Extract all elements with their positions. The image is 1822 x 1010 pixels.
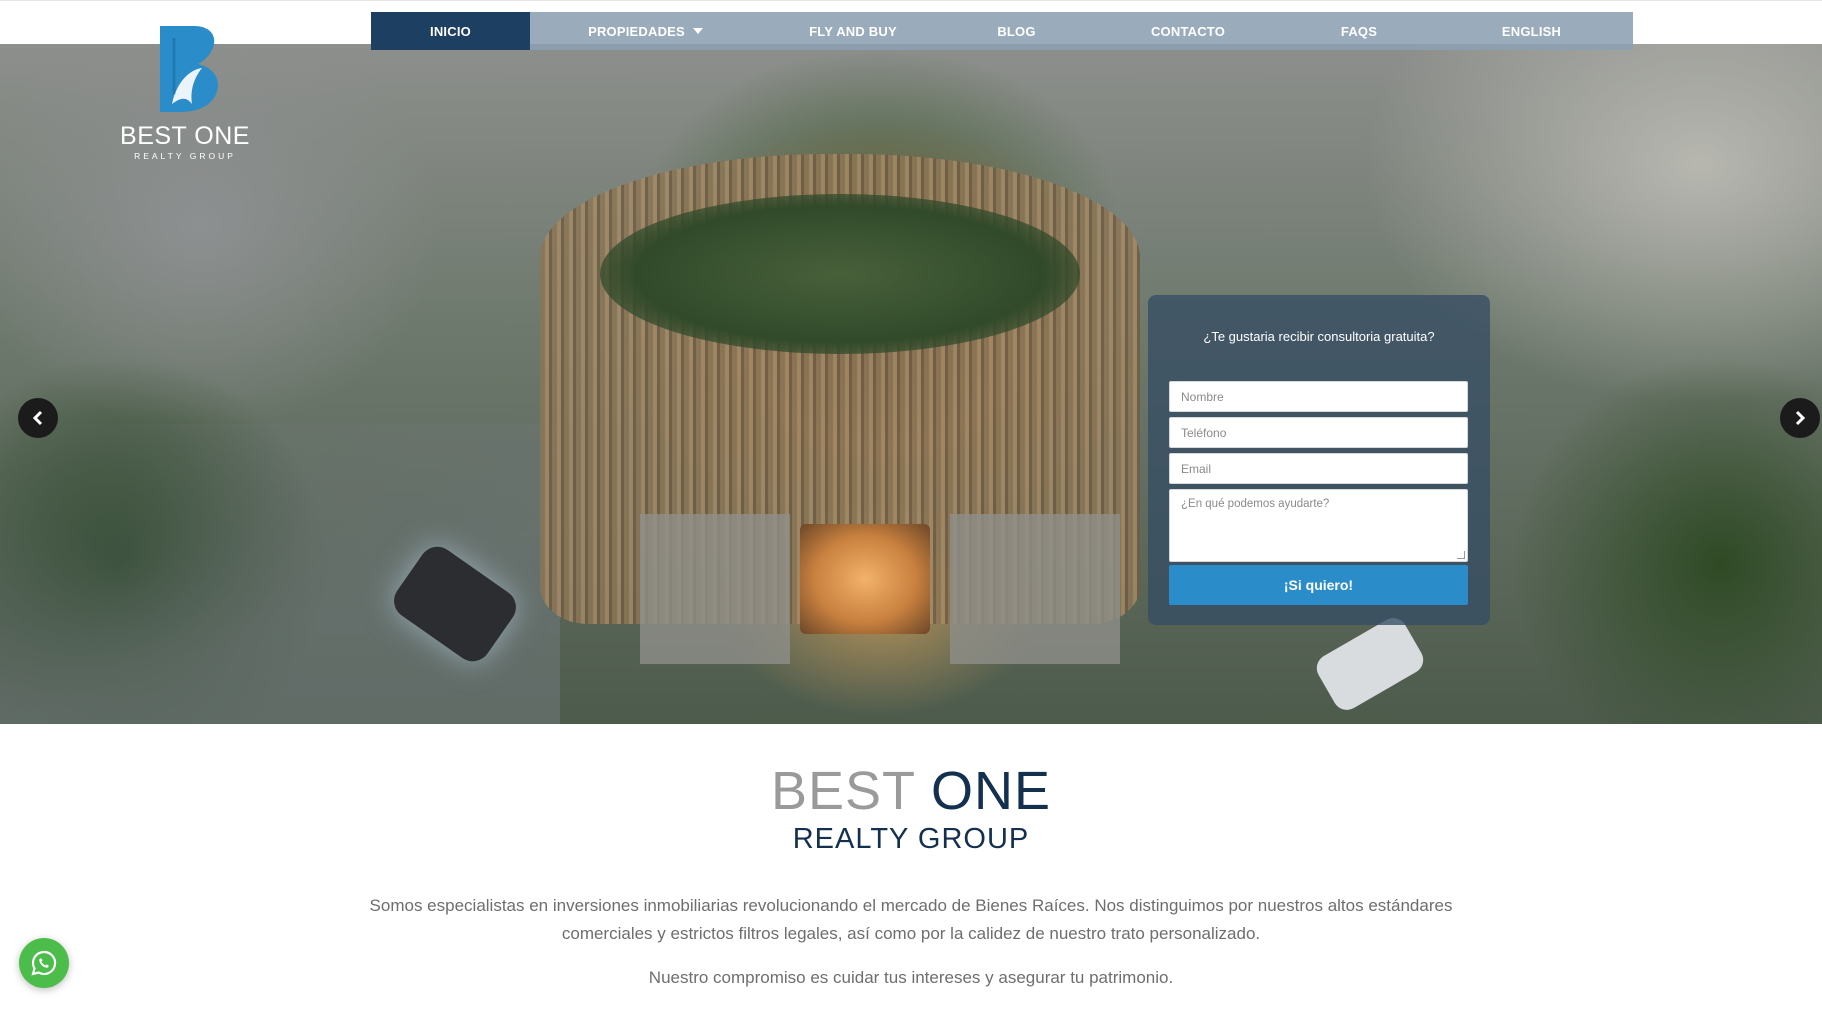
hero-wall	[950, 514, 1120, 664]
hero-car	[1311, 613, 1429, 715]
logo-name: BEST ONE	[120, 122, 250, 150]
consultation-form: ¿Te gustaria recibir consultoria gratuit…	[1148, 295, 1490, 625]
intro-brand-title: BEST ONE	[0, 760, 1822, 822]
message-placeholder: ¿En qué podemos ayudarte?	[1181, 498, 1330, 510]
brand-one: ONE	[931, 761, 1052, 821]
hero-roof-garden	[600, 194, 1080, 354]
hero-slider	[0, 44, 1822, 724]
email-field[interactable]: Email	[1169, 453, 1468, 484]
brand-best: BEST	[770, 761, 915, 821]
resize-handle-icon[interactable]	[1457, 551, 1465, 559]
logo-subtitle: REALTY GROUP	[134, 151, 236, 161]
nav-item-blog[interactable]: BLOG	[945, 12, 1088, 50]
name-placeholder: Nombre	[1181, 389, 1224, 404]
nav-item-inicio[interactable]: INICIO	[371, 12, 530, 50]
nav-item-label: PROPIEDADES	[588, 23, 685, 39]
message-textarea[interactable]: ¿En qué podemos ayudarte?	[1169, 489, 1468, 562]
brand-logo[interactable]: BEST ONE REALTY GROUP	[110, 24, 260, 164]
whatsapp-button[interactable]	[19, 938, 69, 988]
whatsapp-icon	[31, 950, 57, 976]
nav-item-contacto[interactable]: CONTACTO	[1088, 12, 1288, 50]
intro-brand-subtitle: REALTY GROUP	[792, 823, 1030, 855]
carousel-prev-button[interactable]	[18, 398, 58, 438]
intro-commitment: Nuestro compromiso es cuidar tus interes…	[648, 968, 1174, 987]
caret-down-icon	[692, 28, 703, 34]
nav-item-faqs[interactable]: FAQS	[1288, 12, 1430, 50]
nav-item-propiedades[interactable]: PROPIEDADES	[530, 12, 761, 50]
phone-field[interactable]: Teléfono	[1169, 417, 1468, 448]
hero-entrance	[800, 524, 930, 634]
intro-paragraph: Somos especialistas en inversiones inmob…	[369, 896, 1453, 943]
nav-item-fly-and-buy[interactable]: FLY AND BUY	[761, 12, 945, 50]
form-question: ¿Te gustaria recibir consultoria gratuit…	[1203, 329, 1435, 344]
phone-placeholder: Teléfono	[1181, 425, 1227, 440]
hero-wall	[640, 514, 790, 664]
carousel-next-button[interactable]	[1780, 398, 1820, 438]
main-navigation: INICIO PROPIEDADES FLY AND BUY BLOG CONT…	[371, 12, 1633, 50]
name-field[interactable]: Nombre	[1169, 381, 1468, 412]
chevron-right-icon	[1795, 410, 1806, 426]
submit-button[interactable]: ¡Si quiero!	[1169, 565, 1468, 605]
logo-b-mark	[160, 26, 218, 112]
email-placeholder: Email	[1181, 461, 1212, 476]
nav-item-english[interactable]: ENGLISH	[1430, 12, 1633, 50]
chevron-left-icon	[32, 410, 43, 426]
